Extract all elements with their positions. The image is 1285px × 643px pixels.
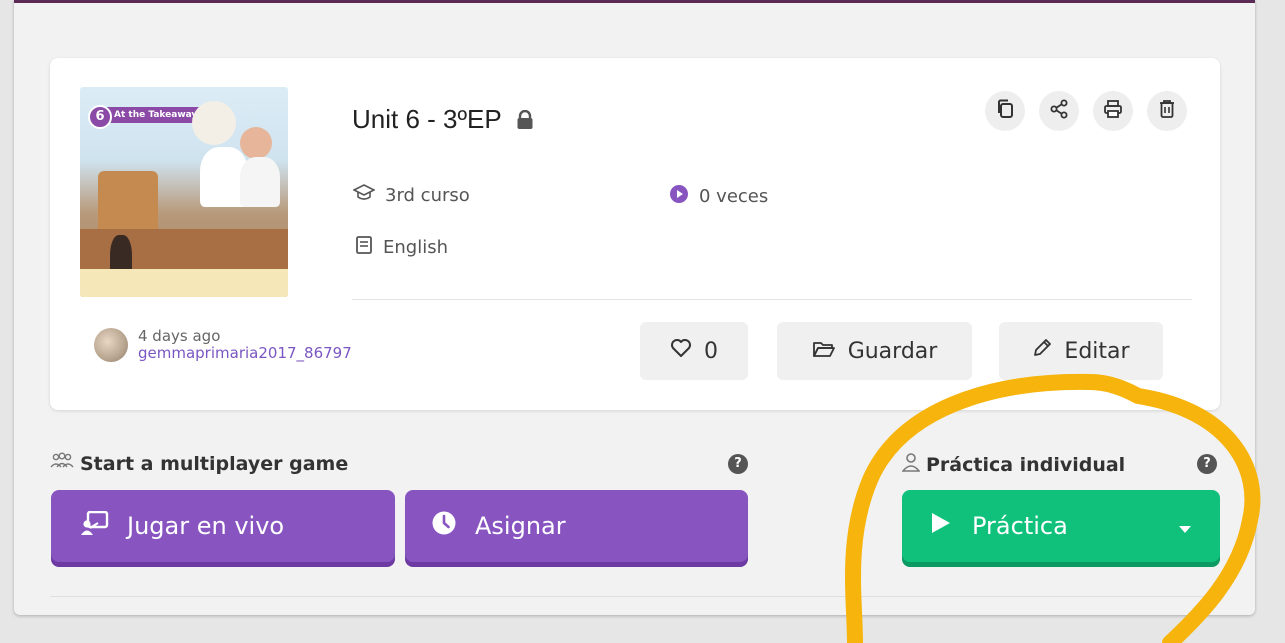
play-circle-icon <box>669 184 689 209</box>
subject-info: English <box>355 235 448 260</box>
thumbnail-figure <box>240 127 272 159</box>
card-divider <box>352 299 1192 300</box>
print-button[interactable] <box>1093 91 1133 131</box>
quiz-thumbnail[interactable]: At the Takeaway 6 <box>80 87 288 297</box>
save-label: Guardar <box>847 338 938 364</box>
trash-icon <box>1158 99 1176 123</box>
copy-button[interactable] <box>985 91 1025 131</box>
live-game-button[interactable]: Jugar en vivo <box>51 490 395 562</box>
print-icon <box>1103 99 1123 123</box>
share-icon <box>1049 99 1069 123</box>
subject-text: English <box>383 237 448 258</box>
save-button[interactable]: Guardar <box>777 322 972 380</box>
user-icon <box>901 452 921 477</box>
play-icon <box>930 511 952 541</box>
graduation-cap-icon <box>352 184 376 207</box>
author-link[interactable]: gemmaprimaria2017_86797 <box>138 345 352 362</box>
edit-label: Editar <box>1064 338 1130 364</box>
thumbnail-unit-number: 6 <box>88 105 112 129</box>
multiplayer-label-text: Start a multiplayer game <box>80 452 349 475</box>
thumbnail-vocab-strip <box>80 269 288 297</box>
plays-text: 0 veces <box>699 186 769 207</box>
copy-icon <box>996 99 1014 123</box>
like-count: 0 <box>704 338 718 364</box>
thumbnail-figure <box>192 101 236 145</box>
individual-help-icon[interactable]: ? <box>1197 454 1217 474</box>
clock-icon <box>431 510 457 542</box>
practice-label: Práctica <box>972 512 1068 540</box>
book-icon <box>355 235 373 260</box>
heart-icon <box>670 338 692 364</box>
created-time: 4 days ago <box>138 327 221 345</box>
individual-label: Práctica individual <box>901 452 1126 477</box>
like-button[interactable]: 0 <box>640 322 748 380</box>
pencil-icon <box>1032 338 1052 364</box>
assign-label: Asignar <box>475 512 566 540</box>
users-icon <box>50 452 74 475</box>
multiplayer-help-icon[interactable]: ? <box>728 454 748 474</box>
quiz-title-text: Unit 6 - 3ºEP <box>352 104 502 134</box>
lock-icon <box>516 106 534 137</box>
live-game-label: Jugar en vivo <box>127 512 285 540</box>
share-button[interactable] <box>1039 91 1079 131</box>
multiplayer-label: Start a multiplayer game <box>50 452 348 475</box>
chevron-down-icon[interactable] <box>1178 512 1192 540</box>
edit-button[interactable]: Editar <box>999 322 1163 380</box>
grade-info: 3rd curso <box>352 184 470 207</box>
individual-label-text: Práctica individual <box>926 453 1126 476</box>
delete-button[interactable] <box>1147 91 1187 131</box>
quiz-title: Unit 6 - 3ºEP <box>352 104 534 137</box>
grade-text: 3rd curso <box>385 185 470 206</box>
present-icon <box>81 510 109 541</box>
thumbnail-figure <box>240 157 280 207</box>
plays-info: 0 veces <box>669 184 768 209</box>
practice-button[interactable]: Práctica <box>902 490 1220 562</box>
author-info: 4 days ago gemmaprimaria2017_86797 <box>94 328 352 362</box>
bottom-divider <box>50 596 1220 597</box>
folder-icon <box>812 339 836 364</box>
assign-button[interactable]: Asignar <box>405 490 748 562</box>
avatar[interactable] <box>94 328 128 362</box>
